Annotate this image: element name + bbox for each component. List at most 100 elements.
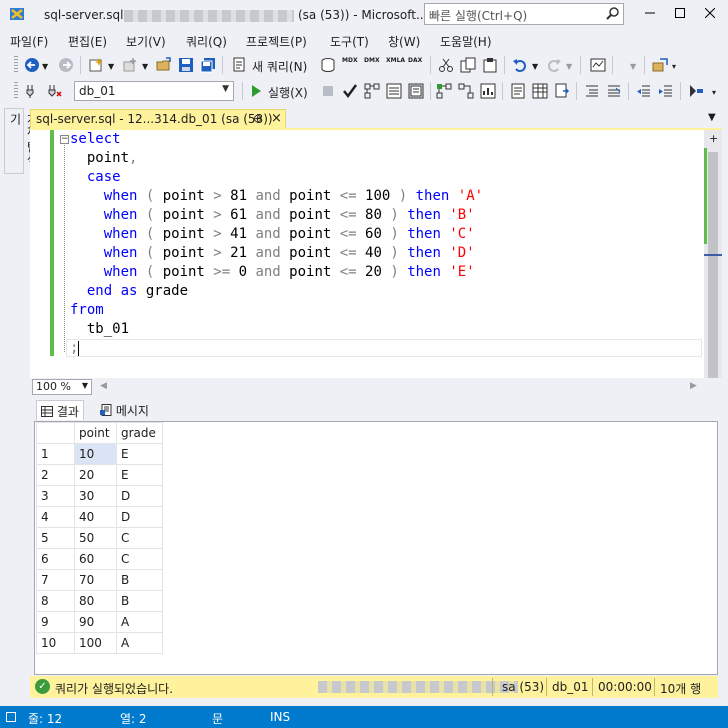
redo-icon[interactable]	[546, 57, 562, 73]
point-cell[interactable]: 60	[74, 548, 117, 570]
undo-icon[interactable]	[512, 57, 528, 73]
grade-cell[interactable]: E	[116, 443, 163, 465]
row-number-header[interactable]	[36, 422, 75, 444]
save-icon[interactable]	[178, 57, 194, 73]
row-number-cell[interactable]: 2	[36, 464, 75, 486]
dropdown-arrow-icon[interactable]: ▼	[142, 62, 148, 71]
tab-results[interactable]: 결과	[36, 400, 84, 420]
results-to-file-icon[interactable]	[554, 83, 570, 99]
grade-cell[interactable]: D	[116, 506, 163, 528]
object-explorer-tab[interactable]: 개체 탐색기	[4, 108, 39, 174]
grade-cell[interactable]: B	[116, 590, 163, 612]
menu-help[interactable]: 도움말(H)	[440, 33, 492, 50]
activity-monitor-icon[interactable]	[590, 57, 606, 73]
close-window-button[interactable]	[698, 4, 722, 24]
output-window-icon[interactable]	[6, 712, 16, 722]
overflow-icon[interactable]: ▾	[712, 88, 716, 97]
grade-cell[interactable]: D	[116, 485, 163, 507]
table-row[interactable]: 6 60 C	[36, 548, 163, 570]
copy-icon[interactable]	[460, 57, 476, 73]
dax-query-icon[interactable]: DAX	[408, 57, 424, 73]
dropdown-arrow-icon[interactable]: ▼	[566, 62, 572, 71]
menu-edit[interactable]: 편집(E)	[68, 33, 107, 50]
point-cell[interactable]: 30	[74, 485, 117, 507]
column-header-point[interactable]: point	[74, 422, 117, 444]
toolbar-grip[interactable]	[14, 56, 18, 74]
results-grid[interactable]: point grade 1 10 E 2 20 E 3 30 D 4 40 D 5 50 C 6 60 C 7 70 B…	[36, 422, 163, 654]
row-number-cell[interactable]: 7	[36, 569, 75, 591]
back-icon[interactable]	[24, 57, 40, 73]
cut-icon[interactable]	[438, 57, 454, 73]
minimize-button[interactable]	[638, 4, 662, 24]
row-number-cell[interactable]: 8	[36, 590, 75, 612]
grade-cell[interactable]: A	[116, 632, 163, 654]
display-estimated-plan-icon[interactable]	[364, 83, 380, 99]
cancel-query-icon[interactable]	[320, 83, 336, 99]
row-number-cell[interactable]: 10	[36, 632, 75, 654]
row-number-cell[interactable]: 6	[36, 548, 75, 570]
row-number-cell[interactable]: 1	[36, 443, 75, 465]
save-all-icon[interactable]	[200, 57, 216, 73]
point-cell[interactable]: 10	[74, 443, 117, 465]
dropdown-arrow-icon[interactable]: ▼	[630, 62, 636, 71]
table-row[interactable]: 8 80 B	[36, 590, 163, 612]
overflow-icon[interactable]: ▾	[672, 62, 676, 71]
menu-query[interactable]: 쿼리(Q)	[186, 33, 227, 50]
scrollbar-thumb[interactable]	[708, 152, 718, 378]
close-tab-icon[interactable]: ×	[271, 111, 282, 126]
execute-button[interactable]: 실행(X)	[268, 84, 308, 101]
results-to-grid-icon[interactable]	[532, 83, 548, 99]
dmx-query-icon[interactable]: DMX	[364, 57, 380, 73]
execute-icon[interactable]	[248, 83, 264, 99]
open-file-icon[interactable]	[156, 57, 172, 73]
table-row[interactable]: 7 70 B	[36, 569, 163, 591]
connect-icon[interactable]	[24, 83, 40, 99]
client-statistics-icon[interactable]	[480, 83, 496, 99]
query-options-icon[interactable]	[386, 83, 402, 99]
maximize-button[interactable]	[668, 4, 692, 24]
uncomment-icon[interactable]	[606, 83, 622, 99]
sql-code[interactable]: select point, case when ( point > 81 and…	[70, 130, 483, 358]
row-number-cell[interactable]: 5	[36, 527, 75, 549]
pin-icon[interactable]: ⊕	[253, 112, 262, 125]
scroll-right-icon[interactable]: ▶	[690, 381, 697, 391]
paste-icon[interactable]	[482, 57, 498, 73]
table-row[interactable]: 4 40 D	[36, 506, 163, 528]
menu-file[interactable]: 파일(F)	[10, 33, 48, 50]
scroll-left-icon[interactable]: ◀	[100, 381, 107, 391]
menu-tools[interactable]: 도구(T)	[330, 33, 369, 50]
point-cell[interactable]: 80	[74, 590, 117, 612]
point-cell[interactable]: 90	[74, 611, 117, 633]
row-number-cell[interactable]: 4	[36, 506, 75, 528]
include-actual-plan-icon[interactable]	[436, 83, 452, 99]
menu-view[interactable]: 보기(V)	[126, 33, 166, 50]
tab-list-dropdown-icon[interactable]: ▼	[708, 112, 716, 123]
grade-cell[interactable]: A	[116, 611, 163, 633]
xmla-query-icon[interactable]: XMLA	[386, 57, 405, 73]
point-cell[interactable]: 70	[74, 569, 117, 591]
new-query-icon[interactable]	[232, 57, 248, 73]
row-number-cell[interactable]: 9	[36, 611, 75, 633]
dropdown-arrow-icon[interactable]: ▼	[532, 62, 538, 71]
toolbar-grip[interactable]	[14, 82, 18, 100]
grade-cell[interactable]: C	[116, 548, 163, 570]
increase-indent-icon[interactable]	[658, 83, 674, 99]
table-row[interactable]: 5 50 C	[36, 527, 163, 549]
database-engine-query-icon[interactable]	[320, 57, 336, 73]
grade-cell[interactable]: E	[116, 464, 163, 486]
quick-launch-input[interactable]: 빠른 실행(Ctrl+Q)	[424, 3, 624, 25]
editor-vertical-scrollbar[interactable]	[704, 130, 722, 378]
point-cell[interactable]: 100	[74, 632, 117, 654]
new-project-icon[interactable]	[88, 57, 104, 73]
split-editor-icon[interactable]: +	[709, 132, 718, 145]
change-connection-icon[interactable]	[46, 83, 62, 99]
collapse-region-icon[interactable]: −	[60, 135, 69, 144]
forward-icon[interactable]	[58, 57, 74, 73]
table-row[interactable]: 2 20 E	[36, 464, 163, 486]
decrease-indent-icon[interactable]	[636, 83, 652, 99]
parse-checkmark-icon[interactable]	[342, 83, 358, 99]
table-row[interactable]: 1 10 E	[36, 443, 163, 465]
dropdown-arrow-icon[interactable]: ▼	[42, 62, 48, 71]
menu-project[interactable]: 프로젝트(P)	[246, 33, 307, 50]
results-to-text-icon[interactable]	[510, 83, 526, 99]
